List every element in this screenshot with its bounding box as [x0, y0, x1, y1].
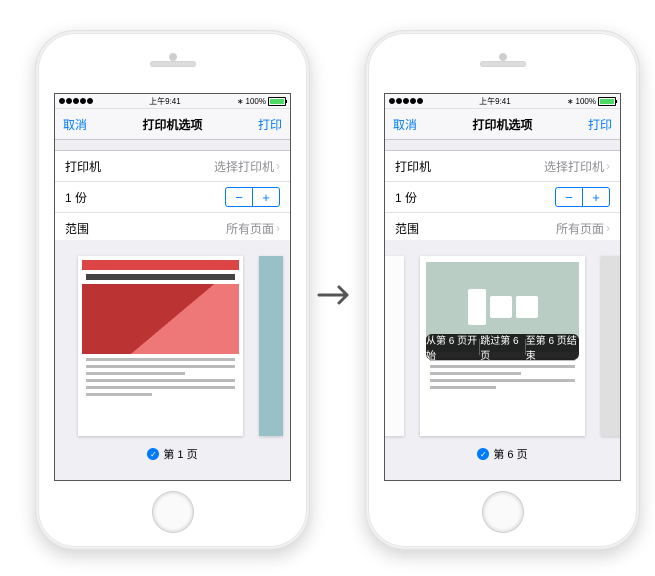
settings-list: 打印机 选择打印机 › 1 份 − + 范围: [385, 150, 620, 244]
nav-title: 打印机选项: [472, 116, 532, 133]
status-time: 上午9:41: [479, 96, 511, 107]
copies-stepper: − +: [555, 187, 610, 207]
print-button[interactable]: 打印: [588, 116, 612, 133]
arrow-right-icon: [317, 283, 357, 307]
next-page-peek[interactable]: [259, 256, 283, 436]
battery-pct: 100%: [246, 97, 266, 106]
cancel-button[interactable]: 取消: [393, 116, 417, 133]
front-camera: [499, 53, 507, 61]
battery-icon: [268, 97, 286, 106]
nav-bar: 取消 打印机选项 打印: [55, 109, 290, 140]
copies-minus-button[interactable]: −: [556, 188, 583, 206]
front-camera: [169, 53, 177, 61]
copies-minus-button[interactable]: −: [226, 188, 253, 206]
chevron-right-icon: ›: [276, 160, 280, 172]
screen-right: 上午9:41 ∗ 100% 取消 打印机选项 打印 打印机: [384, 93, 621, 481]
row-printer[interactable]: 打印机 选择打印机 ›: [55, 151, 290, 182]
nav-title: 打印机选项: [142, 116, 202, 133]
page-preview[interactable]: [78, 256, 243, 436]
menu-skip-page[interactable]: 跳过第 6 页: [480, 332, 525, 362]
row-copies: 1 份 − +: [55, 182, 290, 213]
row-copies: 1 份 − +: [385, 182, 620, 213]
speaker: [480, 61, 526, 67]
menu-start-from-page[interactable]: 从第 6 页开始: [426, 332, 479, 362]
chevron-right-icon: ›: [606, 222, 610, 234]
row-range[interactable]: 范围 所有页面 ›: [55, 213, 290, 243]
page-context-menu: 从第 6 页开始 跳过第 6 页 至第 6 页结束: [426, 334, 579, 360]
signal-icon: [59, 98, 93, 104]
row-printer-label: 打印机: [65, 158, 101, 175]
home-button[interactable]: [482, 491, 524, 533]
row-range-label: 范围: [395, 220, 419, 237]
settings-list: 打印机 选择打印机 › 1 份 − + 范围: [55, 150, 290, 244]
bluetooth-icon: ∗: [567, 97, 574, 106]
checkmark-icon: ✓: [477, 448, 489, 460]
row-range-label: 范围: [65, 220, 89, 237]
row-copies-label: 1 份: [395, 189, 417, 206]
menu-end-at-page[interactable]: 至第 6 页结束: [526, 332, 579, 362]
bluetooth-icon: ∗: [237, 97, 244, 106]
page-indicator: ✓ 第 1 页: [55, 438, 290, 472]
speaker: [150, 61, 196, 67]
copies-plus-button[interactable]: +: [583, 188, 609, 206]
page-preview[interactable]: 从第 6 页开始 跳过第 6 页 至第 6 页结束: [420, 256, 585, 436]
copies-stepper: − +: [225, 187, 280, 207]
nav-bar: 取消 打印机选项 打印: [385, 109, 620, 140]
row-range[interactable]: 范围 所有页面 ›: [385, 213, 620, 243]
status-bar: 上午9:41 ∗ 100%: [55, 94, 290, 109]
cancel-button[interactable]: 取消: [63, 116, 87, 133]
row-printer-value: 选择打印机: [214, 158, 274, 175]
next-page-peek[interactable]: [601, 256, 620, 436]
copies-plus-button[interactable]: +: [253, 188, 279, 206]
checkmark-icon: ✓: [147, 448, 159, 460]
row-printer-value: 选择打印机: [544, 158, 604, 175]
row-copies-label: 1 份: [65, 189, 87, 206]
signal-icon: [389, 98, 423, 104]
row-range-value: 所有页面: [226, 220, 274, 237]
chevron-right-icon: ›: [606, 160, 610, 172]
row-printer-label: 打印机: [395, 158, 431, 175]
page-indicator-text: 第 6 页: [493, 446, 527, 462]
prev-page-peek[interactable]: [385, 256, 404, 436]
print-button[interactable]: 打印: [258, 116, 282, 133]
phone-right: 上午9:41 ∗ 100% 取消 打印机选项 打印 打印机: [365, 30, 640, 550]
status-time: 上午9:41: [149, 96, 181, 107]
screen-left: 上午9:41 ∗ 100% 取消 打印机选项 打印 打印机: [54, 93, 291, 481]
page-indicator-text: 第 1 页: [163, 446, 197, 462]
battery-icon: [598, 97, 616, 106]
battery-pct: 100%: [576, 97, 596, 106]
home-button[interactable]: [152, 491, 194, 533]
row-printer[interactable]: 打印机 选择打印机 ›: [385, 151, 620, 182]
status-bar: 上午9:41 ∗ 100%: [385, 94, 620, 109]
chevron-right-icon: ›: [276, 222, 280, 234]
row-range-value: 所有页面: [556, 220, 604, 237]
page-indicator: ✓ 第 6 页: [385, 438, 620, 472]
phone-left: 上午9:41 ∗ 100% 取消 打印机选项 打印 打印机: [35, 30, 310, 550]
